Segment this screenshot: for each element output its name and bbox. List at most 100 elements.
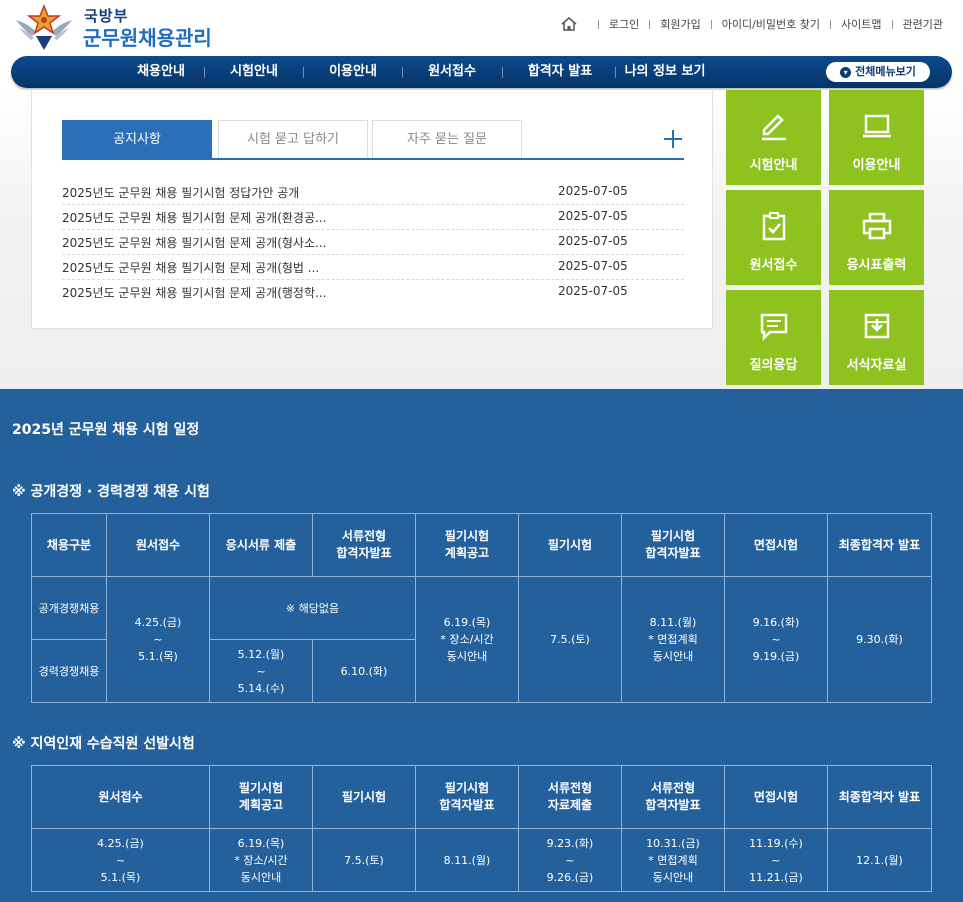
site-logo[interactable]: 국방부 군무원채용관리	[14, 0, 224, 54]
all-menu-label: 전체메뉴보기	[855, 65, 916, 78]
table-header-cell: 최종합격자 발표	[827, 513, 932, 577]
laptop-icon	[863, 114, 891, 138]
notice-list: 2025년도 군무원 채용 필기시험 정답가안 공개 2025-07-05 202…	[62, 180, 684, 305]
table-header-cell: 필기시험	[518, 513, 622, 577]
list-item[interactable]: 2025년도 군무원 채용 필기시험 문제 공개(행정학... 2025-07-0…	[62, 280, 684, 305]
quick-label: 원서접수	[749, 258, 798, 273]
related-orgs-link[interactable]: 관련기관	[903, 16, 943, 32]
quick-label: 이용안내	[852, 158, 901, 173]
list-item[interactable]: 2025년도 군무원 채용 필기시험 문제 공개(형사소... 2025-07-0…	[62, 230, 684, 255]
quick-usage-guide[interactable]: 이용안내	[829, 90, 924, 185]
more-plus-icon[interactable]	[664, 130, 682, 148]
table-header-cell: 필기시험 계획공고	[415, 513, 519, 577]
doc-pass-cell: 6.10.(화)	[312, 639, 416, 703]
list-item[interactable]: 2025년도 군무원 채용 필기시험 문제 공개(형법 ... 2025-07-0…	[62, 255, 684, 280]
table-header-cell: 면접시험	[724, 513, 828, 577]
table-cell: 12.1.(월)	[827, 828, 932, 892]
util-separator	[597, 19, 599, 29]
written-pass-cell: 8.11.(월) * 면접계획 동시안내	[621, 576, 725, 703]
table-cell: 10.31.(금) * 면접계획 동시안내	[621, 828, 725, 892]
quick-exam-guide[interactable]: 시험안내	[726, 90, 821, 185]
sitemap-link[interactable]: 사이트맵	[841, 16, 881, 32]
util-separator	[649, 19, 651, 29]
table-cell: 9.23.(화) ~ 9.26.(금)	[518, 828, 622, 892]
quick-application[interactable]: 원서접수	[726, 190, 821, 285]
table-header-row: 채용구분 원서접수 응시서류 제출 서류전형 합격자발표 필기시험 계획공고 필…	[31, 513, 932, 577]
table-header-cell: 면접시험	[724, 765, 828, 829]
list-item[interactable]: 2025년도 군무원 채용 필기시험 정답가안 공개 2025-07-05	[62, 180, 684, 205]
nav-exam-guide[interactable]: 시험안내	[204, 56, 304, 88]
util-separator	[891, 19, 893, 29]
list-item[interactable]: 2025년도 군무원 채용 필기시험 문제 공개(환경공... 2025-07-0…	[62, 205, 684, 230]
table-header-cell: 서류전형 자료제출	[518, 765, 622, 829]
notice-title[interactable]: 2025년도 군무원 채용 필기시험 문제 공개(환경공...	[62, 209, 326, 226]
local-talent-subtitle: ※ 지역인재 수습직원 선발시험	[12, 736, 195, 752]
not-applicable-cell: ※ 해당없음	[209, 576, 416, 640]
table-header-row: 원서접수 필기시험 계획공고 필기시험 필기시험 합격자발표 서류전형 자료제출…	[31, 765, 932, 829]
util-separator	[830, 19, 832, 29]
home-icon[interactable]	[560, 16, 578, 32]
table-header-cell: 최종합격자 발표	[827, 765, 932, 829]
table-header-cell: 원서접수	[106, 513, 210, 577]
table-cell: 6.19.(목) * 장소/시간 동시안내	[209, 828, 313, 892]
nav-application[interactable]: 원서접수	[402, 56, 502, 88]
login-link[interactable]: 로그인	[609, 16, 639, 32]
table-header-cell: 필기시험 계획공고	[209, 765, 313, 829]
pencil-icon	[762, 114, 786, 141]
nav-usage-guide[interactable]: 이용안내	[303, 56, 403, 88]
quick-forms-library[interactable]: 서식자료실	[829, 290, 924, 385]
clipboard-check-icon	[762, 212, 786, 241]
quick-print-admission[interactable]: 응시표출력	[829, 190, 924, 285]
open-career-schedule-table: 채용구분 원서접수 응시서류 제출 서류전형 합격자발표 필기시험 계획공고 필…	[31, 513, 932, 703]
notice-title[interactable]: 2025년도 군무원 채용 필기시험 문제 공개(행정학...	[62, 284, 326, 301]
table-cell: 8.11.(월)	[415, 828, 519, 892]
nav-my-info[interactable]: 나의 정보 보기	[615, 56, 715, 88]
quick-label: 서식자료실	[846, 358, 907, 373]
table-header-cell: 필기시험 합격자발표	[621, 513, 725, 577]
interview-cell: 9.16.(화) ~ 9.19.(금)	[724, 576, 828, 703]
printer-icon	[862, 212, 892, 240]
table-header-cell: 원서접수	[31, 765, 210, 829]
tab-exam-qna[interactable]: 시험 묻고 답하기	[218, 120, 368, 158]
util-separator	[710, 19, 712, 29]
tab-faq[interactable]: 자주 묻는 질문	[372, 120, 522, 158]
notice-date: 2025-07-05	[558, 284, 628, 298]
local-talent-schedule-table: 원서접수 필기시험 계획공고 필기시험 필기시험 합격자발표 서류전형 자료제출…	[31, 765, 932, 892]
site-header: 국방부 군무원채용관리 로그인 회원가입 아이디/비밀번호 찾기 사이트맵 관련…	[0, 0, 963, 56]
notice-date: 2025-07-05	[558, 259, 628, 273]
table-header-cell: 서류전형 합격자발표	[312, 513, 416, 577]
signup-link[interactable]: 회원가입	[660, 16, 700, 32]
quick-qna[interactable]: 질의응답	[726, 290, 821, 385]
main-navigation: 채용안내 시험안내 이용안내 원서접수 합격자 발표 나의 정보 보기 ▾ 전체메…	[11, 56, 952, 88]
tab-notice[interactable]: 공지사항	[62, 120, 212, 158]
table-row: 4.25.(금) ~ 5.1.(목) 6.19.(목) * 장소/시간 동시안내…	[31, 828, 932, 892]
notice-title[interactable]: 2025년도 군무원 채용 필기시험 정답가안 공개	[62, 184, 299, 201]
download-box-icon	[864, 313, 890, 339]
quick-label: 응시표출력	[846, 258, 907, 273]
notice-title[interactable]: 2025년도 군무원 채용 필기시험 문제 공개(형사소...	[62, 234, 326, 251]
table-cell: 4.25.(금) ~ 5.1.(목)	[31, 828, 210, 892]
nav-recruit-guide[interactable]: 채용안내	[111, 56, 211, 88]
all-menu-button[interactable]: ▾ 전체메뉴보기	[826, 62, 930, 82]
exam-plan-cell: 6.19.(목) * 장소/시간 동시안내	[415, 576, 519, 703]
utility-links: 로그인 회원가입 아이디/비밀번호 찾기 사이트맵 관련기관	[560, 16, 943, 32]
nav-pass-announcement[interactable]: 합격자 발표	[502, 56, 618, 88]
table-header-cell: 응시서류 제출	[209, 513, 313, 577]
open-career-subtitle: ※ 공개경쟁 · 경력경쟁 채용 시험	[12, 484, 210, 500]
notice-title[interactable]: 2025년도 군무원 채용 필기시험 문제 공개(형법 ...	[62, 259, 319, 276]
logo-site-name: 군무원채용관리	[83, 26, 212, 50]
written-exam-cell: 7.5.(토)	[518, 576, 622, 703]
quick-label: 질의응답	[749, 358, 798, 373]
table-header-cell: 채용구분	[31, 513, 107, 577]
quick-label: 시험안내	[749, 158, 798, 173]
notice-date: 2025-07-05	[558, 234, 628, 248]
notice-tabs: 공지사항 시험 묻고 답하기 자주 묻는 질문	[62, 120, 684, 160]
find-account-link[interactable]: 아이디/비밀번호 찾기	[722, 16, 820, 32]
chat-icon	[760, 313, 788, 342]
row-label-open: 공개경쟁채용	[31, 576, 107, 640]
apply-period-cell: 4.25.(금) ~ 5.1.(목)	[106, 576, 210, 703]
chevron-down-icon: ▾	[840, 67, 852, 78]
notice-panel: 공지사항 시험 묻고 답하기 자주 묻는 질문 2025년도 군무원 채용 필기…	[31, 90, 713, 329]
mnd-emblem-icon	[16, 3, 72, 50]
exam-schedule-section: 2025년 군무원 채용 시험 일정 ※ 공개경쟁 · 경력경쟁 채용 시험 채…	[0, 389, 963, 902]
